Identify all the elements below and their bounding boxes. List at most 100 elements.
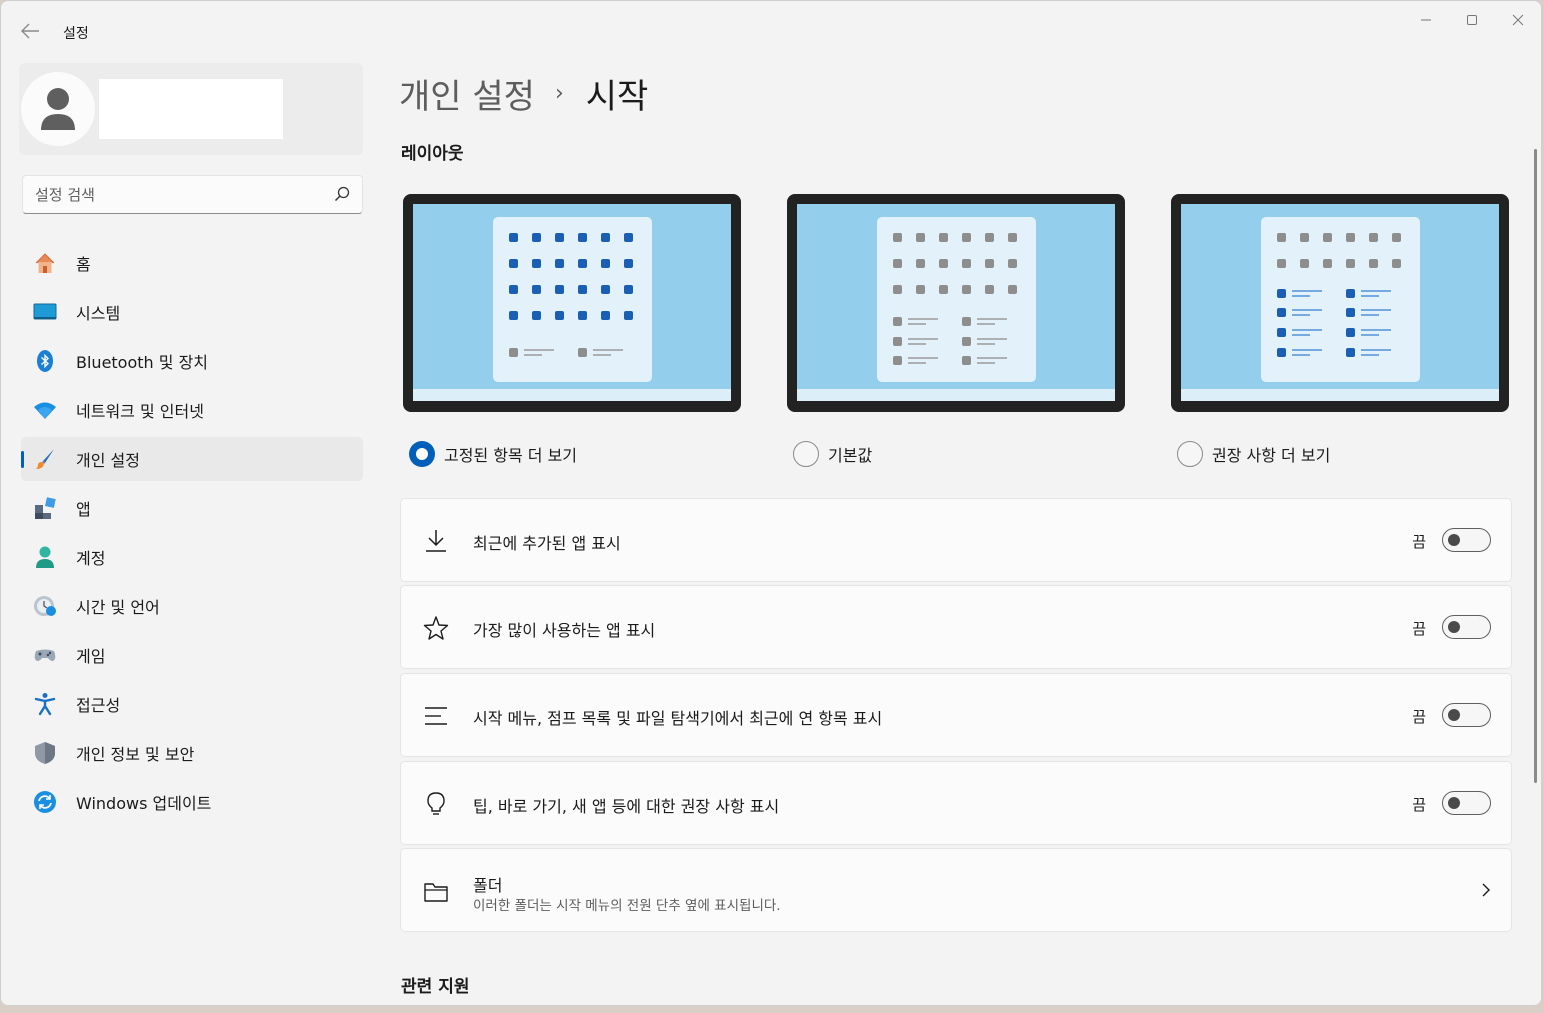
sidebar-item-accessibility[interactable]: 접근성	[21, 682, 363, 726]
radio-more-pins[interactable]	[409, 441, 435, 467]
close-button[interactable]	[1495, 9, 1541, 31]
toggle-switch[interactable]	[1442, 528, 1491, 552]
gamepad-icon	[34, 649, 56, 661]
related-support-title: 관련 지원	[401, 977, 470, 997]
maximize-button[interactable]	[1449, 9, 1495, 31]
sidebar-item-label: 홈	[76, 255, 91, 274]
list-icon	[425, 707, 447, 725]
setting-label: 최근에 추가된 앱 표시	[473, 534, 621, 553]
close-icon	[1512, 14, 1524, 26]
toggle-state-text: 끔	[1412, 533, 1426, 551]
toggle-switch[interactable]	[1442, 703, 1491, 727]
back-arrow-icon	[21, 23, 39, 39]
layout-section-title: 레이아웃	[401, 144, 464, 164]
layout-option-more-recommendations[interactable]: 권장 사항 더 보기	[1177, 441, 1330, 467]
sidebar-item-system[interactable]: 시스템	[21, 290, 363, 334]
setting-label: 시작 메뉴, 점프 목록 및 파일 탐색기에서 최근에 연 항목 표시	[473, 709, 883, 728]
setting-row-recommendations[interactable]: 팁, 바로 가기, 새 앱 등에 대한 권장 사항 표시 끔	[400, 761, 1512, 845]
sidebar-nav: 홈 시스템 Bluetooth 및 장치 네트워크 및 인터넷 개인 설정 앱 …	[21, 241, 363, 829]
settings-window: 설정 설정 검색 홈 시스템 Bluetooth 및 장치 네트워크 및 인터넷…	[0, 0, 1542, 1006]
layout-preview-more-pins[interactable]	[402, 193, 742, 413]
toggle-knob	[1448, 621, 1460, 633]
sidebar-item-accounts[interactable]: 계정	[21, 535, 363, 579]
accessibility-icon	[34, 693, 56, 716]
sidebar-item-home[interactable]: 홈	[21, 241, 363, 285]
home-icon	[35, 253, 55, 273]
breadcrumb-separator: ›	[554, 81, 564, 106]
star-icon	[423, 616, 449, 640]
user-icon	[41, 88, 75, 130]
sidebar-item-personalization[interactable]: 개인 설정	[21, 437, 363, 481]
sidebar-item-windows-update[interactable]: Windows 업데이트	[21, 780, 363, 824]
setting-row-recently-added-apps[interactable]: 최근에 추가된 앱 표시 끔	[400, 498, 1512, 582]
brush-icon	[36, 449, 54, 469]
windows-update-icon	[34, 791, 56, 813]
setting-label: 팁, 바로 가기, 새 앱 등에 대한 권장 사항 표시	[473, 797, 780, 816]
minimize-icon	[1421, 19, 1431, 21]
scrollbar[interactable]	[1534, 149, 1537, 783]
setting-row-recently-opened-items[interactable]: 시작 메뉴, 점프 목록 및 파일 탐색기에서 최근에 연 항목 표시 끔	[400, 673, 1512, 757]
breadcrumb: 개인 설정 › 시작	[399, 69, 648, 118]
page-title: 시작	[585, 77, 649, 117]
folders-subtitle: 이러한 폴더는 시작 메뉴의 전원 단추 옆에 표시됩니다.	[473, 898, 781, 914]
folders-title: 폴더	[473, 876, 503, 895]
bluetooth-icon	[37, 350, 53, 372]
toggle-knob	[1448, 709, 1460, 721]
sidebar-item-label: 개인 설정	[76, 451, 140, 470]
sidebar-item-bluetooth[interactable]: Bluetooth 및 장치	[21, 339, 363, 383]
chevron-right-icon	[1482, 883, 1490, 897]
sidebar-item-time-language[interactable]: 시간 및 언어	[21, 584, 363, 628]
breadcrumb-parent[interactable]: 개인 설정	[399, 69, 535, 118]
system-icon	[33, 303, 57, 320]
back-button[interactable]	[19, 21, 43, 43]
sidebar-item-label: 개인 정보 및 보안	[76, 745, 195, 764]
toggle-state-text: 끔	[1412, 620, 1426, 638]
account-icon	[36, 546, 54, 568]
wifi-icon	[34, 402, 56, 419]
toggle-knob	[1448, 534, 1460, 546]
apps-icon	[35, 497, 56, 519]
sidebar-item-label: 네트워크 및 인터넷	[76, 402, 204, 421]
sidebar-item-label: 게임	[76, 647, 106, 666]
sidebar-item-label: Windows 업데이트	[76, 794, 212, 813]
radio-more-recommendations[interactable]	[1177, 441, 1203, 467]
sidebar-item-apps[interactable]: 앱	[21, 486, 363, 530]
toggle-switch[interactable]	[1442, 791, 1491, 815]
radio-label: 고정된 항목 더 보기	[444, 446, 578, 465]
maximize-icon	[1467, 15, 1477, 25]
app-title: 설정	[63, 26, 89, 42]
search-input[interactable]	[35, 184, 315, 206]
sidebar-item-network[interactable]: 네트워크 및 인터넷	[21, 388, 363, 432]
settings-search-box[interactable]	[22, 175, 363, 214]
folder-icon	[424, 883, 448, 902]
profile-name-redacted	[99, 79, 283, 139]
toggle-state-text: 끔	[1412, 796, 1426, 814]
sidebar-item-label: 시간 및 언어	[76, 598, 160, 617]
radio-label: 기본값	[828, 446, 873, 465]
title-bar: 설정	[1, 1, 1541, 61]
avatar	[21, 72, 95, 146]
setting-row-folders[interactable]: 폴더 이러한 폴더는 시작 메뉴의 전원 단추 옆에 표시됩니다.	[400, 848, 1512, 932]
sidebar-item-label: 접근성	[76, 696, 121, 715]
search-icon[interactable]	[334, 186, 350, 202]
layout-option-more-pins[interactable]: 고정된 항목 더 보기	[409, 441, 577, 467]
layout-preview-more-recommendations[interactable]	[1170, 193, 1510, 413]
sidebar-item-label: 시스템	[76, 304, 121, 323]
time-language-icon	[34, 596, 56, 616]
sidebar-item-label: Bluetooth 및 장치	[76, 353, 209, 372]
layout-preview-default[interactable]	[786, 193, 1126, 413]
radio-default[interactable]	[793, 441, 819, 467]
sidebar-item-label: 계정	[76, 549, 106, 568]
minimize-button[interactable]	[1403, 9, 1449, 31]
user-profile-card[interactable]	[19, 63, 363, 155]
sidebar-item-privacy[interactable]: 개인 정보 및 보안	[21, 731, 363, 775]
sidebar-item-label: 앱	[76, 500, 91, 519]
sidebar-item-gaming[interactable]: 게임	[21, 633, 363, 677]
radio-label: 권장 사항 더 보기	[1212, 446, 1331, 465]
setting-label: 가장 많이 사용하는 앱 표시	[473, 621, 656, 640]
layout-option-default[interactable]: 기본값	[793, 441, 872, 467]
toggle-switch[interactable]	[1442, 615, 1491, 639]
download-icon	[426, 530, 446, 552]
setting-row-most-used-apps[interactable]: 가장 많이 사용하는 앱 표시 끔	[400, 585, 1512, 669]
toggle-knob	[1448, 797, 1460, 809]
